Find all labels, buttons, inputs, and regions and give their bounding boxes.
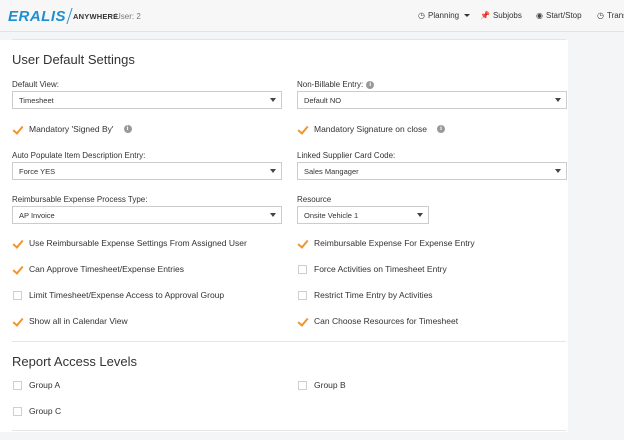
limit-access-row[interactable]: Limit Timesheet/Expense Access to Approv…	[13, 290, 224, 300]
linked-supplier-select[interactable]: Sales Mangager	[297, 162, 567, 180]
mandatory-signature-checkbox[interactable]	[298, 125, 307, 134]
section-title-report-access: Report Access Levels	[12, 354, 138, 369]
nav-subjobs-label: Subjobs	[492, 11, 522, 20]
group-b-row[interactable]: Group B	[298, 380, 346, 390]
user-label: User: 2	[115, 12, 141, 21]
force-activities-checkbox[interactable]	[298, 264, 307, 274]
app-logo[interactable]: ERALIS ANYWHERE	[8, 7, 118, 25]
divider	[12, 341, 566, 342]
chevron-down-icon	[464, 14, 471, 17]
divider	[12, 39, 566, 40]
show-calendar-row[interactable]: Show all in Calendar View	[13, 316, 128, 326]
nav-planning-label: Planning	[427, 11, 460, 20]
choose-resources-checkbox[interactable]	[298, 317, 307, 326]
info-icon[interactable]: i	[123, 125, 132, 133]
reimb-expense-entry-label: Reimbursable Expense For Expense Entry	[314, 238, 475, 248]
reimb-expense-entry-row[interactable]: Reimbursable Expense For Expense Entry	[298, 238, 475, 248]
can-approve-row[interactable]: Can Approve Timesheet/Expense Entries	[13, 264, 184, 274]
choose-resources-label: Can Choose Resources for Timesheet	[314, 316, 459, 326]
show-calendar-checkbox[interactable]	[13, 317, 22, 326]
nav-subjobs[interactable]: 📌 Subjobs	[480, 11, 522, 20]
nav-start-stop[interactable]: ◉ Start/Stop	[536, 11, 582, 20]
group-c-checkbox[interactable]	[13, 406, 22, 416]
mandatory-signed-by-row[interactable]: Mandatory 'Signed By' i	[13, 124, 132, 134]
clock-icon: ◷	[597, 11, 604, 20]
group-c-label: Group C	[29, 406, 62, 416]
force-activities-row[interactable]: Force Activities on Timesheet Entry	[298, 264, 447, 274]
group-b-label: Group B	[314, 380, 346, 390]
can-approve-label: Can Approve Timesheet/Expense Entries	[29, 264, 184, 274]
use-reimb-settings-checkbox[interactable]	[13, 239, 22, 248]
reimb-type-select[interactable]: AP Invoice	[12, 206, 282, 224]
non-billable-select[interactable]: Default NO	[297, 91, 567, 109]
default-view-select[interactable]: Timesheet	[12, 91, 282, 109]
force-activities-label: Force Activities on Timesheet Entry	[314, 264, 447, 274]
group-a-row[interactable]: Group A	[13, 380, 60, 390]
restrict-time-row[interactable]: Restrict Time Entry by Activities	[298, 290, 433, 300]
chevron-down-icon	[550, 92, 566, 108]
group-b-checkbox[interactable]	[298, 380, 307, 390]
can-approve-checkbox[interactable]	[13, 265, 22, 274]
clock-icon: ◷	[418, 11, 425, 20]
auto-populate-select[interactable]: Force YES	[12, 162, 282, 180]
restrict-time-checkbox[interactable]	[298, 290, 307, 300]
use-reimb-settings-row[interactable]: Use Reimbursable Expense Settings From A…	[13, 238, 247, 248]
nav-trans-label: Trans	[606, 11, 624, 20]
nav-start-stop-label: Start/Stop	[545, 11, 582, 20]
use-reimb-settings-label: Use Reimbursable Expense Settings From A…	[29, 238, 247, 248]
logo-anywhere-text: ANYWHERE	[73, 11, 119, 21]
group-c-row[interactable]: Group C	[13, 406, 61, 416]
chevron-down-icon	[265, 207, 281, 223]
linked-supplier-value: Sales Mangager	[304, 166, 359, 176]
resource-value: Onsite Vehicle 1	[304, 210, 359, 220]
section-title-user-defaults: User Default Settings	[12, 52, 135, 67]
stop-circle-icon: ◉	[536, 11, 543, 20]
reimb-type-label: Reimbursable Expense Process Type:	[12, 195, 148, 204]
group-a-checkbox[interactable]	[13, 380, 22, 390]
non-billable-label-text: Non-Billable Entry:	[297, 80, 364, 89]
logo-separator	[66, 8, 73, 24]
divider	[12, 430, 566, 431]
chevron-down-icon	[412, 207, 428, 223]
auto-populate-value: Force YES	[19, 166, 56, 176]
logo-eralis-text: ERALIS	[8, 7, 67, 25]
non-billable-value: Default NO	[304, 95, 342, 105]
mandatory-signature-row[interactable]: Mandatory Signature on close i	[298, 124, 445, 134]
mandatory-signature-label: Mandatory Signature on close	[314, 124, 427, 134]
reimb-type-value: AP Invoice	[19, 210, 55, 220]
info-icon[interactable]: i	[366, 80, 375, 89]
default-view-label: Default View:	[12, 80, 59, 89]
limit-access-checkbox[interactable]	[13, 290, 22, 300]
mandatory-signed-by-label: Mandatory 'Signed By'	[29, 124, 114, 134]
reimb-expense-entry-checkbox[interactable]	[298, 239, 307, 248]
chevron-down-icon	[550, 163, 566, 179]
default-view-value: Timesheet	[19, 95, 54, 105]
pin-icon: 📌	[480, 11, 490, 20]
restrict-time-label: Restrict Time Entry by Activities	[314, 290, 433, 300]
auto-populate-label: Auto Populate Item Description Entry:	[12, 151, 146, 160]
linked-supplier-label: Linked Supplier Card Code:	[297, 151, 396, 160]
nav-planning[interactable]: ◷ Planning	[418, 11, 471, 20]
resource-select[interactable]: Onsite Vehicle 1	[297, 206, 429, 224]
chevron-down-icon	[265, 92, 281, 108]
non-billable-label: Non-Billable Entry: i	[297, 80, 375, 89]
show-calendar-label: Show all in Calendar View	[29, 316, 128, 326]
limit-access-label: Limit Timesheet/Expense Access to Approv…	[29, 290, 225, 300]
top-navbar: ERALIS ANYWHERE User: 2 ◷ Planning 📌 Sub…	[0, 0, 624, 32]
choose-resources-row[interactable]: Can Choose Resources for Timesheet	[298, 316, 458, 326]
group-a-label: Group A	[29, 380, 61, 390]
resource-label: Resource	[297, 195, 332, 204]
mandatory-signed-by-checkbox[interactable]	[13, 125, 22, 134]
chevron-down-icon	[265, 163, 281, 179]
info-icon[interactable]: i	[436, 125, 445, 133]
nav-trans[interactable]: ◷ Trans	[597, 11, 624, 20]
